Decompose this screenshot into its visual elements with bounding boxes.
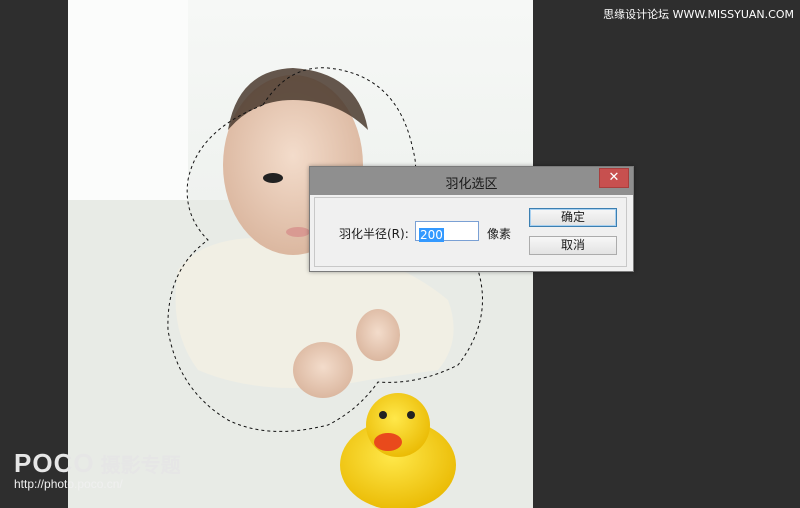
dialog-titlebar[interactable]: 羽化选区 ✕ bbox=[310, 167, 633, 195]
poco-url: http://photo.poco.cn/ bbox=[14, 477, 123, 491]
cancel-button[interactable]: 取消 bbox=[529, 236, 617, 255]
watermark-top: 思缘设计论坛 WWW.MISSYUAN.COM bbox=[603, 8, 794, 21]
baby-mouth bbox=[286, 227, 310, 237]
close-icon: ✕ bbox=[608, 170, 620, 185]
poco-logo: POCO bbox=[14, 448, 95, 478]
baby-eye bbox=[263, 173, 283, 183]
window-light bbox=[68, 0, 188, 200]
poco-watermark: POCO 摄影专题 http://photo.poco.cn/ bbox=[14, 448, 181, 491]
baby-hand-left bbox=[293, 342, 353, 398]
rubber-duck-eye-left bbox=[379, 411, 387, 419]
dialog-content: 羽化半径(R): 200 像素 确定 取消 bbox=[314, 197, 627, 267]
rubber-duck-beak bbox=[374, 433, 402, 451]
poco-subtitle: 摄影专题 bbox=[100, 453, 181, 477]
feather-selection-dialog: 羽化选区 ✕ 羽化半径(R): 200 像素 确定 取消 bbox=[309, 166, 634, 272]
close-button[interactable]: ✕ bbox=[599, 168, 629, 188]
unit-label: 像素 bbox=[487, 227, 512, 241]
feather-radius-value: 200 bbox=[419, 228, 444, 242]
rubber-duck-eye-right bbox=[407, 411, 415, 419]
ok-button[interactable]: 确定 bbox=[529, 208, 617, 227]
baby-hand-right bbox=[356, 309, 400, 361]
feather-radius-label: 羽化半径(R): bbox=[339, 227, 409, 241]
feather-radius-input[interactable]: 200 bbox=[415, 221, 479, 242]
dialog-title: 羽化选区 bbox=[445, 177, 498, 192]
